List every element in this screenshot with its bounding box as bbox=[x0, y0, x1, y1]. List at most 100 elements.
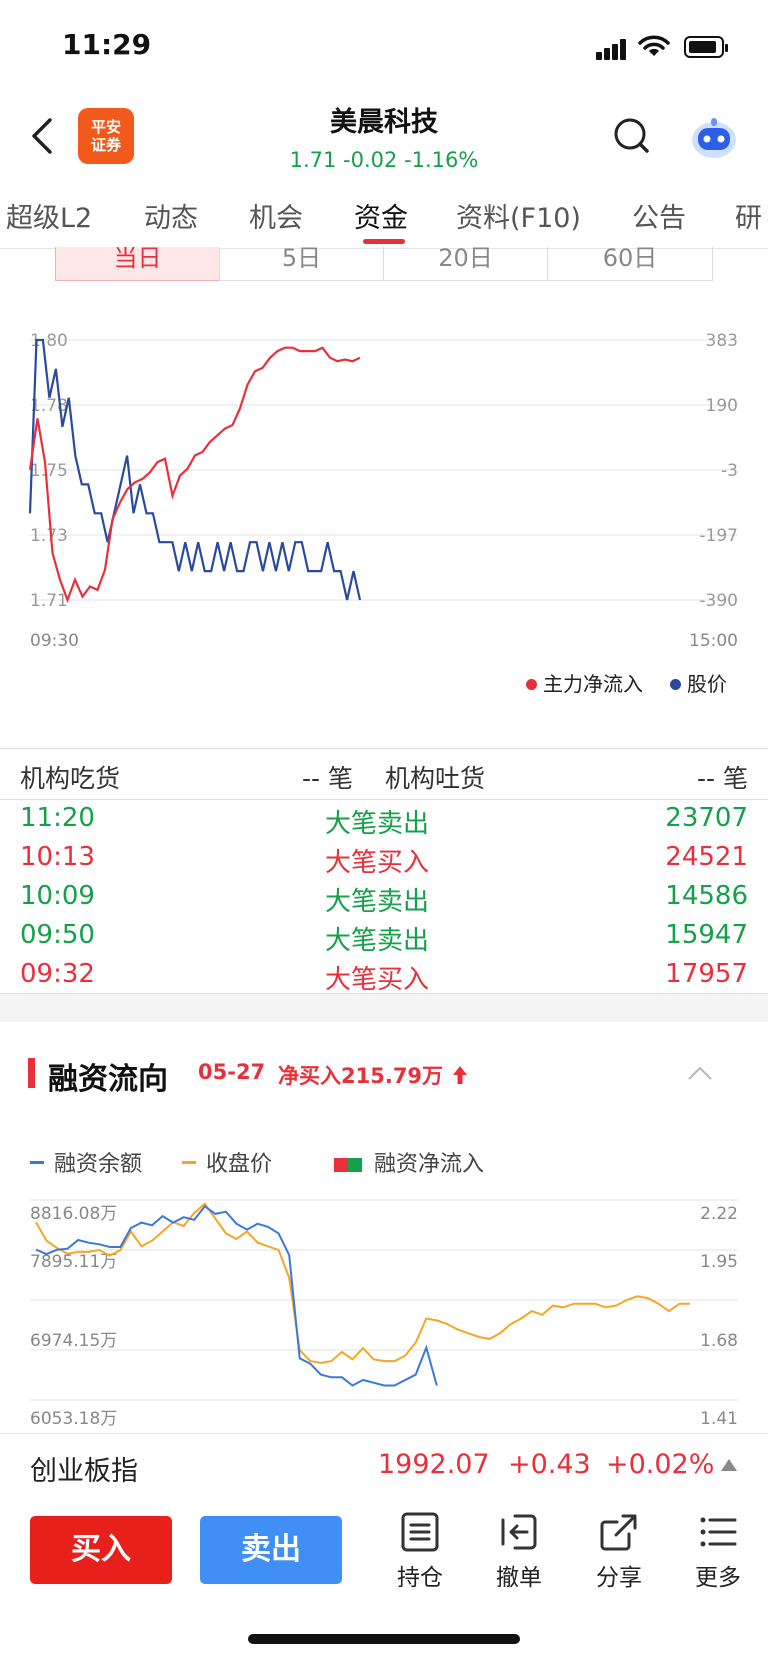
row-type: 大笔买入 bbox=[325, 965, 430, 995]
margin-grid bbox=[30, 1199, 738, 1401]
flow-right-tick: -390 bbox=[699, 591, 738, 611]
margin-right-tick: 1.41 bbox=[700, 1409, 738, 1429]
home-indicator bbox=[248, 1634, 520, 1644]
index-change-pct: +0.02% bbox=[606, 1449, 715, 1480]
buy-button[interactable]: 买入 bbox=[30, 1516, 172, 1584]
inst-buy-count: -- 笔 bbox=[302, 764, 353, 793]
holdings-button[interactable]: 持仓 bbox=[380, 1512, 460, 1592]
share-icon bbox=[600, 1514, 637, 1551]
arrow-up-icon bbox=[453, 1066, 468, 1084]
margin-left-tick: 6053.18万 bbox=[30, 1409, 117, 1429]
sell-button[interactable]: 卖出 bbox=[200, 1516, 342, 1584]
flow-left-tick: 1.73 bbox=[30, 526, 68, 546]
flow-right-tick: 383 bbox=[706, 331, 738, 351]
status-time: 11:29 bbox=[62, 28, 152, 61]
triangle-up-icon bbox=[721, 1459, 737, 1471]
document-icon bbox=[401, 1512, 439, 1552]
inst-buy-label: 机构吃货 bbox=[20, 764, 121, 793]
flow-left-tick: 1.78 bbox=[30, 396, 68, 416]
legend-swatch-red bbox=[334, 1158, 348, 1172]
section-marker bbox=[28, 1058, 35, 1088]
row-volume: 24521 bbox=[665, 842, 748, 872]
period-today[interactable]: 当日 bbox=[55, 247, 220, 281]
cancel-order-button[interactable]: 撤单 bbox=[479, 1512, 559, 1592]
row-time: 09:32 bbox=[20, 959, 95, 989]
period-20d[interactable]: 20日 bbox=[383, 247, 548, 281]
row-time: 10:13 bbox=[20, 842, 95, 872]
institution-summary: 机构吃货 -- 笔 机构吐货 -- 笔 bbox=[0, 748, 768, 800]
more-button[interactable]: 更多 bbox=[678, 1512, 758, 1592]
flow-x-end: 15:00 bbox=[689, 631, 738, 651]
section-divider bbox=[0, 993, 768, 1022]
legend-line-blue bbox=[30, 1161, 44, 1164]
legend-net-inflow: 融资净流入 bbox=[334, 1146, 484, 1178]
margin-left-tick: 6974.15万 bbox=[30, 1331, 117, 1351]
tab-opportunity[interactable]: 机会 bbox=[249, 196, 303, 235]
margin-flow-title: 融资流向 bbox=[48, 1062, 168, 1097]
legend-line-orange bbox=[182, 1161, 196, 1164]
legend-margin-balance: 融资余额 bbox=[30, 1146, 142, 1178]
margin-flow-chart: 8816.08万 7895.11万 6974.15万 6053.18万 2.22… bbox=[30, 1199, 738, 1429]
flow-right-tick: -197 bbox=[699, 526, 738, 546]
active-tab-indicator bbox=[363, 239, 405, 244]
row-type: 大笔卖出 bbox=[325, 926, 430, 956]
flow-grid bbox=[30, 339, 738, 601]
row-volume: 15947 bbox=[665, 920, 748, 950]
margin-right-tick: 1.68 bbox=[700, 1331, 738, 1351]
tab-bar: 超级L2 动态 机会 资金 资料(F10) 公告 研 bbox=[0, 178, 768, 249]
flow-left-tick: 1.75 bbox=[30, 461, 68, 481]
capital-flow-chart: 1.80 1.78 1.75 1.73 1.71 383 190 -3 -197… bbox=[28, 331, 738, 651]
row-type: 大笔买入 bbox=[325, 848, 430, 878]
tab-announcements[interactable]: 公告 bbox=[632, 196, 686, 235]
search-icon[interactable] bbox=[612, 114, 652, 158]
legend-dot-red bbox=[526, 679, 537, 690]
inst-sell-label: 机构吐货 bbox=[385, 764, 486, 793]
legend-close-price: 收盘价 bbox=[182, 1146, 272, 1178]
tab-news[interactable]: 动态 bbox=[144, 196, 198, 235]
row-time: 10:09 bbox=[20, 881, 95, 911]
tab-super-l2[interactable]: 超级L2 bbox=[6, 196, 92, 235]
table-row: 11:20 大笔卖出 23707 bbox=[0, 803, 768, 842]
period-60d[interactable]: 60日 bbox=[547, 247, 713, 281]
margin-flow-date: 05-27 bbox=[198, 1060, 266, 1084]
row-volume: 17957 bbox=[665, 959, 748, 989]
wifi-icon bbox=[638, 35, 670, 56]
period-5d[interactable]: 5日 bbox=[219, 247, 384, 281]
index-value: 1992.07 bbox=[378, 1449, 490, 1480]
margin-left-tick: 7895.11万 bbox=[30, 1252, 117, 1272]
flow-left-tick: 1.71 bbox=[30, 591, 68, 611]
table-row: 10:09 大笔卖出 14586 bbox=[0, 881, 768, 920]
share-button[interactable]: 分享 bbox=[579, 1512, 659, 1592]
stock-name: 美晨科技 bbox=[330, 107, 438, 138]
tab-f10[interactable]: 资料(F10) bbox=[456, 196, 581, 235]
margin-left-tick: 8816.08万 bbox=[30, 1204, 117, 1224]
table-row: 10:13 大笔买入 24521 bbox=[0, 842, 768, 881]
inst-sell-count: -- 笔 bbox=[697, 764, 748, 793]
row-volume: 14586 bbox=[665, 881, 748, 911]
margin-flow-net: 净买入215.79万 bbox=[278, 1060, 468, 1090]
legend-main-inflow: 主力净流入 bbox=[526, 668, 643, 697]
assistant-robot-icon[interactable] bbox=[688, 114, 740, 162]
margin-balance-line bbox=[35, 1204, 438, 1387]
flow-right-tick: -3 bbox=[721, 461, 738, 481]
list-icon bbox=[700, 1517, 737, 1547]
legend-swatch-green bbox=[348, 1158, 362, 1172]
margin-right-tick: 2.22 bbox=[700, 1204, 738, 1224]
index-change: +0.43 bbox=[508, 1449, 591, 1480]
tab-research[interactable]: 研 bbox=[735, 196, 762, 235]
index-ticker-bar[interactable]: 创业板指 1992.07 +0.43 +0.02% bbox=[0, 1433, 768, 1499]
cellular-signal-icon bbox=[596, 38, 626, 60]
battery-icon bbox=[684, 36, 728, 58]
stock-quote: 1.71 -0.02 -1.16% bbox=[289, 148, 479, 172]
margin-right-tick: 1.95 bbox=[700, 1252, 738, 1272]
flow-x-start: 09:30 bbox=[30, 631, 79, 651]
tab-funds[interactable]: 资金 bbox=[354, 196, 408, 235]
legend-stock-price: 股价 bbox=[670, 668, 727, 697]
row-type: 大笔卖出 bbox=[325, 809, 430, 839]
row-time: 11:20 bbox=[20, 803, 95, 833]
undo-icon bbox=[501, 1514, 537, 1550]
row-volume: 23707 bbox=[665, 803, 748, 833]
legend-dot-blue bbox=[670, 679, 681, 690]
row-type: 大笔卖出 bbox=[325, 887, 430, 917]
chevron-up-icon[interactable] bbox=[686, 1064, 714, 1082]
